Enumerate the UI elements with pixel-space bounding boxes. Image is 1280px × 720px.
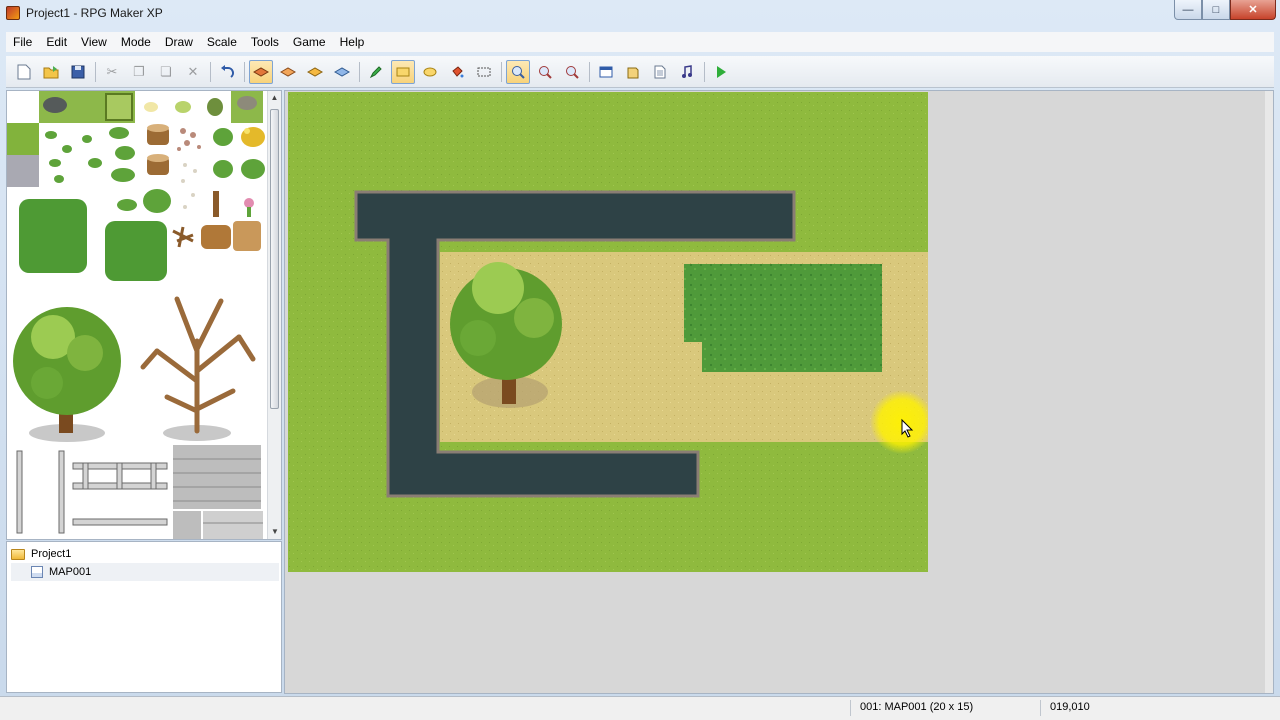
- minimize-button[interactable]: —: [1174, 0, 1202, 20]
- folder-icon: [11, 548, 25, 560]
- app-window: Project1 - RPG Maker XP — □ ✕ File Edit …: [0, 0, 1280, 720]
- ellipse-icon[interactable]: [418, 60, 442, 84]
- cut-icon[interactable]: ✂: [100, 60, 124, 84]
- menu-edit[interactable]: Edit: [39, 32, 74, 52]
- database-icon[interactable]: [594, 60, 618, 84]
- status-divider: [850, 700, 851, 716]
- pencil-icon[interactable]: [364, 60, 388, 84]
- status-map-info: 001: MAP001 (20 x 15): [860, 701, 974, 713]
- tileset-palette[interactable]: ▲ ▼: [6, 90, 282, 540]
- map-tree[interactable]: Project1 MAP001: [6, 541, 282, 693]
- toolbar: ✂ ❐ ❏ ✕: [6, 56, 1274, 88]
- tileset-scroll-thumb[interactable]: [270, 109, 279, 409]
- events-layer-icon[interactable]: [330, 60, 354, 84]
- menu-file[interactable]: File: [6, 32, 39, 52]
- fill-icon[interactable]: [445, 60, 469, 84]
- layer3-icon[interactable]: [303, 60, 327, 84]
- delete-icon[interactable]: ✕: [181, 60, 205, 84]
- select-icon[interactable]: [472, 60, 496, 84]
- tileset-scrollbar[interactable]: ▲ ▼: [267, 91, 281, 539]
- sound-test-icon[interactable]: [675, 60, 699, 84]
- menu-bar: File Edit View Mode Draw Scale Tools Gam…: [6, 32, 1274, 52]
- map-icon: [31, 566, 43, 578]
- maximize-button[interactable]: □: [1202, 0, 1230, 20]
- menu-game[interactable]: Game: [286, 32, 333, 52]
- undo-icon[interactable]: [215, 60, 239, 84]
- copy-icon[interactable]: ❐: [127, 60, 151, 84]
- close-button[interactable]: ✕: [1230, 0, 1276, 20]
- rectangle-icon[interactable]: [391, 59, 415, 84]
- materialbase-icon[interactable]: [621, 60, 645, 84]
- window-controls: — □ ✕: [1174, 0, 1276, 20]
- status-coordinates: 019,010: [1050, 701, 1090, 713]
- new-project-icon[interactable]: [12, 60, 36, 84]
- tree-map-label: MAP001: [49, 566, 92, 578]
- menu-help[interactable]: Help: [333, 32, 372, 52]
- menu-scale[interactable]: Scale: [200, 32, 244, 52]
- tileset-canvas[interactable]: [7, 91, 267, 539]
- scroll-up-icon[interactable]: ▲: [268, 91, 281, 105]
- window-title: Project1 - RPG Maker XP: [26, 6, 163, 20]
- toolbar-separator: [589, 61, 590, 82]
- tree-project-node[interactable]: Project1: [11, 545, 71, 563]
- menu-draw[interactable]: Draw: [158, 32, 200, 52]
- toolbar-separator: [704, 61, 705, 82]
- zoom-1-4-icon[interactable]: [560, 60, 584, 84]
- toolbar-separator: [359, 61, 360, 82]
- toolbar-separator: [95, 61, 96, 82]
- status-divider: [1040, 700, 1041, 716]
- menu-tools[interactable]: Tools: [244, 32, 286, 52]
- script-editor-icon[interactable]: [648, 60, 672, 84]
- zoom-1-2-icon[interactable]: [533, 60, 557, 84]
- zoom-1-1-icon[interactable]: [506, 59, 530, 84]
- toolbar-separator: [244, 61, 245, 82]
- tree-project-label: Project1: [31, 548, 72, 560]
- scroll-down-icon[interactable]: ▼: [268, 525, 281, 539]
- tree-map-node[interactable]: MAP001: [11, 563, 279, 581]
- menu-mode[interactable]: Mode: [114, 32, 158, 52]
- paste-icon[interactable]: ❏: [154, 60, 178, 84]
- layer2-icon[interactable]: [276, 60, 300, 84]
- open-project-icon[interactable]: [39, 60, 63, 84]
- map-canvas[interactable]: [288, 92, 928, 572]
- title-bar: Project1 - RPG Maker XP — □ ✕: [0, 0, 1280, 26]
- menu-view[interactable]: View: [74, 32, 114, 52]
- toolbar-separator: [501, 61, 502, 82]
- app-icon: [6, 6, 20, 20]
- status-bar: 001: MAP001 (20 x 15) 019,010: [0, 696, 1280, 720]
- map-editor[interactable]: [284, 90, 1274, 694]
- toolbar-separator: [210, 61, 211, 82]
- playtest-icon[interactable]: [709, 60, 733, 84]
- save-icon[interactable]: [66, 60, 90, 84]
- map-scroll-track[interactable]: [1265, 91, 1273, 693]
- layer1-icon[interactable]: [249, 59, 273, 84]
